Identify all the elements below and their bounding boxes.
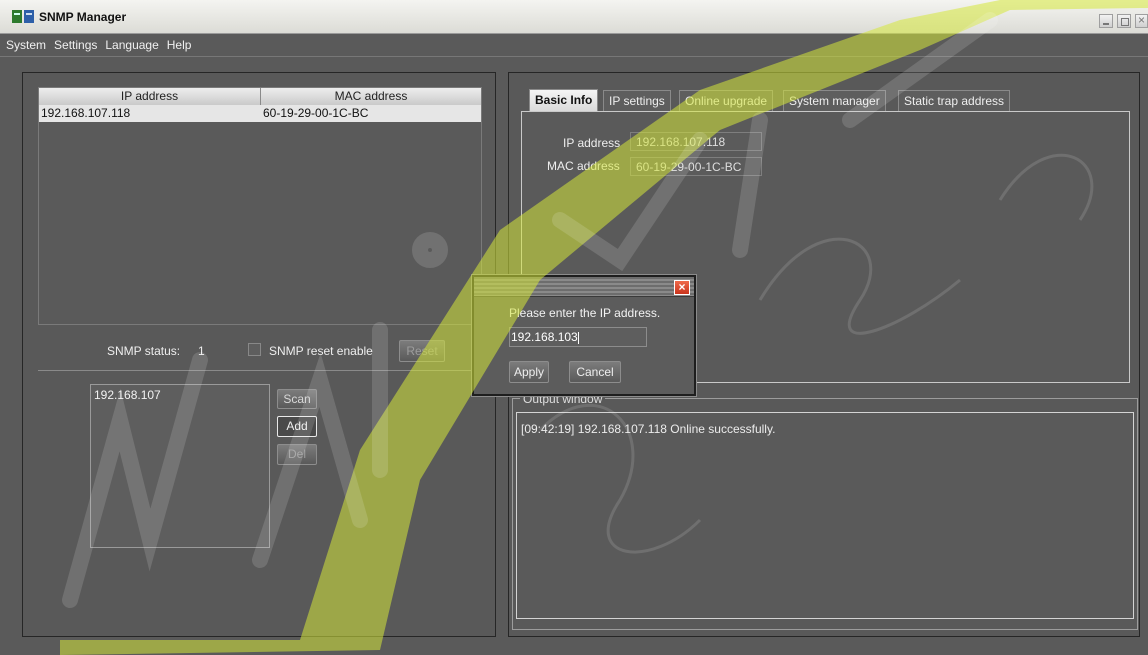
tab-basic-info[interactable]: Basic Info [529, 89, 599, 111]
mac-address-label: MAC address [547, 159, 620, 173]
tab-ip-settings[interactable]: IP settings [603, 90, 671, 111]
menu-help[interactable]: Help [167, 38, 192, 52]
snmp-status-value: 1 [198, 344, 205, 358]
menu-language[interactable]: Language [105, 38, 158, 52]
title-bar: SNMP Manager × [0, 0, 1148, 34]
text-cursor [577, 331, 579, 344]
ip-address-field: 192.168.107.118 [630, 132, 762, 151]
output-log-line: [09:42:19] 192.168.107.118 Online succes… [521, 422, 776, 436]
separator [38, 370, 482, 371]
column-header-ip[interactable]: IP address [39, 88, 261, 105]
apply-button[interactable]: Apply [509, 361, 549, 383]
ip-input-dialog: × Please enter the IP address. 192.168.1… [472, 275, 696, 396]
column-header-mac[interactable]: MAC address [261, 88, 481, 105]
menu-system[interactable]: System [6, 38, 46, 52]
list-item[interactable]: 192.168.107 [94, 388, 161, 402]
scan-button[interactable]: Scan [277, 389, 317, 409]
tab-static-trap-address[interactable]: Static trap address [898, 90, 1011, 111]
cell-ip: 192.168.107.118 [41, 106, 131, 120]
close-window-button[interactable]: × [1135, 13, 1148, 28]
menu-bar: System Settings Language Help [0, 34, 1148, 57]
snmp-status-label: SNMP status: [107, 344, 181, 358]
dialog-title-bar[interactable] [474, 277, 694, 297]
menu-settings[interactable]: Settings [54, 38, 97, 52]
output-log[interactable] [516, 412, 1134, 619]
tab-online-upgrade[interactable]: Online upgrade [679, 90, 774, 111]
cancel-button[interactable]: Cancel [569, 361, 621, 383]
table-row[interactable]: 192.168.107.118 60-19-29-00-1C-BC [39, 105, 481, 122]
ip-address-input-value: 192.168.103 [511, 330, 578, 344]
ip-segment-list[interactable]: 192.168.107 [90, 384, 270, 548]
cell-mac: 60-19-29-00-1C-BC [263, 106, 369, 120]
dialog-prompt: Please enter the IP address. [509, 306, 661, 320]
minimize-button[interactable] [1099, 14, 1113, 28]
ip-address-input[interactable]: 192.168.103 [509, 327, 647, 347]
del-button[interactable]: Del [277, 444, 317, 465]
snmp-reset-checkbox[interactable] [248, 343, 261, 356]
tab-system-manager[interactable]: System manager [783, 90, 886, 111]
mac-address-field: 60-19-29-00-1C-BC [630, 157, 762, 176]
close-icon[interactable]: × [674, 280, 690, 295]
app-icon [12, 10, 34, 23]
add-button[interactable]: Add [277, 416, 317, 437]
window-title: SNMP Manager [39, 10, 127, 24]
snmp-reset-enable-label: SNMP reset enable [269, 344, 373, 358]
ip-address-label: IP address [563, 136, 621, 150]
device-table[interactable]: IP address MAC address 192.168.107.118 6… [38, 87, 482, 325]
maximize-button[interactable] [1117, 14, 1131, 28]
reset-button[interactable]: Reset [399, 340, 445, 362]
